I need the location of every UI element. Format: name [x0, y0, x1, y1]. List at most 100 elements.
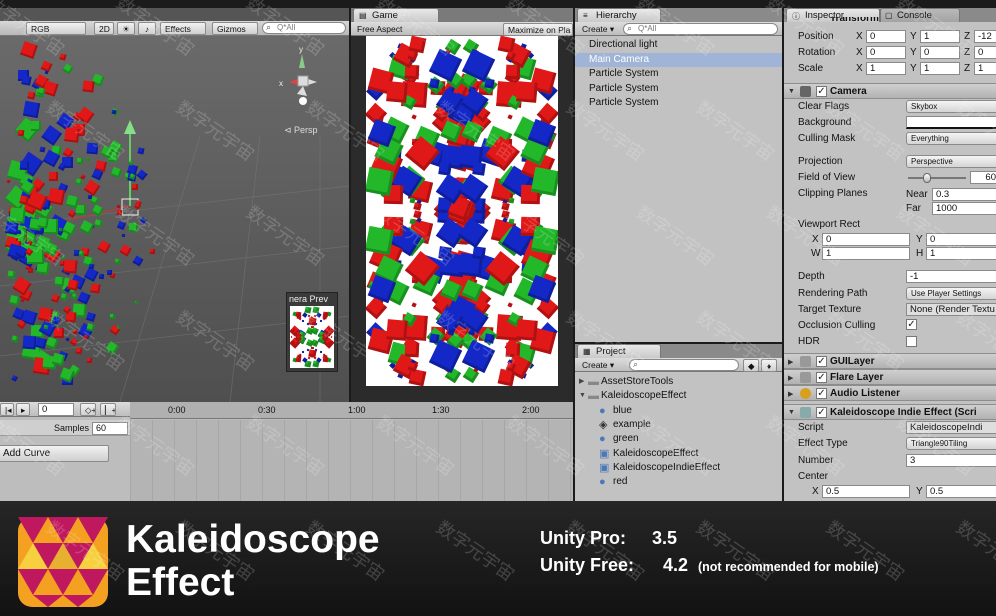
step-back-icon[interactable]: |◂	[0, 403, 14, 416]
collapse-arrow-icon[interactable]: ▼	[788, 409, 795, 416]
far-field[interactable]: 1000	[932, 202, 996, 215]
persp-label[interactable]: ⊲ Persp	[284, 124, 318, 137]
collapse-arrow-icon[interactable]: ▶	[788, 390, 793, 398]
current-time-field[interactable]: 0	[38, 403, 74, 416]
hdr-checkbox[interactable]	[906, 336, 917, 347]
tab-game[interactable]: ▤ Game	[353, 8, 439, 22]
collapse-arrow-icon[interactable]: ▼	[788, 88, 795, 95]
project-item[interactable]: red	[613, 475, 627, 489]
project-item[interactable]: AssetStoreTools	[601, 375, 673, 389]
scene-view[interactable]: RGB 2D ☀ ♪ Effects Gizmos Q*All y	[0, 8, 349, 402]
transform-z-field[interactable]: -12	[974, 30, 996, 43]
gizmos-dropdown[interactable]: Gizmos	[212, 22, 258, 35]
game-view[interactable]: ▤ Game Free Aspect Maximize on Pla	[351, 8, 573, 402]
transform-x-field[interactable]: 0	[866, 30, 906, 43]
project-create-button[interactable]: Create ▾	[578, 359, 618, 372]
fov-slider-thumb[interactable]	[923, 173, 932, 183]
sun-icon[interactable]: ☀	[117, 22, 135, 35]
effect-type-dropdown[interactable]: Triangle90Tiling	[906, 437, 996, 450]
near-field[interactable]: 0.3	[932, 188, 996, 201]
unity-scene-icon: ◈	[599, 418, 608, 431]
tree-arrow-icon[interactable]: ▼	[579, 389, 586, 403]
scene-orientation-gizmo[interactable]: y x	[275, 46, 335, 116]
transform-y-field[interactable]: 0	[920, 46, 960, 59]
hierarchy-item[interactable]: Particle System	[575, 67, 782, 81]
center-y-field[interactable]: 0.5	[926, 485, 996, 498]
transform-y-field[interactable]: 1	[920, 62, 960, 75]
component-header[interactable]: ▶ ✓ Audio Listener	[784, 385, 996, 401]
curve-area[interactable]	[130, 420, 573, 501]
center-x-field[interactable]: 0.5	[822, 485, 910, 498]
tab-project[interactable]: ▦ Project	[577, 344, 661, 358]
project-search-input[interactable]	[629, 359, 739, 371]
timeline-ruler[interactable]: 0:00 0:30 1:00 1:30 2:00	[130, 402, 573, 419]
hierarchy-create-button[interactable]: Create ▾	[578, 23, 618, 36]
effects-dropdown[interactable]: Effects	[160, 22, 206, 35]
hierarchy-item[interactable]: Directional light	[575, 38, 782, 52]
script-field[interactable]: KaleidoscopeIndi	[906, 421, 996, 434]
fov-slider[interactable]	[908, 173, 966, 183]
camera-component-header[interactable]: ▼ ✓ Camera	[784, 83, 996, 99]
mode-2d-button[interactable]: 2D	[94, 22, 114, 35]
clear-flags-dropdown[interactable]: Skybox	[906, 100, 996, 113]
hierarchy-item[interactable]: Particle System	[575, 96, 782, 110]
aspect-dropdown[interactable]: Free Aspect	[353, 23, 497, 36]
occlusion-culling-checkbox[interactable]: ✓	[906, 319, 917, 330]
tree-arrow-icon[interactable]: ▶	[579, 375, 584, 389]
culling-mask-dropdown[interactable]: Everything	[906, 132, 996, 145]
kaleidoscope-enabled-checkbox[interactable]: ✓	[816, 407, 827, 418]
samples-field[interactable]: 60	[92, 422, 128, 435]
kaleidoscope-component-header[interactable]: ▼ ✓ Kaleidoscope Indie Effect (Scri	[784, 404, 996, 420]
collapse-arrow-icon[interactable]: ▶	[788, 374, 793, 382]
component-enabled-checkbox[interactable]: ✓	[816, 372, 827, 383]
project-item[interactable]: KaleidoscopeEffect	[601, 389, 686, 403]
component-enabled-checkbox[interactable]: ✓	[816, 356, 827, 367]
project-item[interactable]: blue	[613, 404, 632, 418]
project-item[interactable]: KaleidoscopeEffect	[613, 447, 698, 461]
transform-x-field[interactable]: 1	[866, 62, 906, 75]
fov-field[interactable]: 60	[970, 171, 996, 184]
kaleido-shape	[301, 320, 305, 323]
hierarchy-item[interactable]: Particle System	[575, 82, 782, 96]
transform-x-field[interactable]: 0	[866, 46, 906, 59]
projection-dropdown[interactable]: Perspective	[906, 155, 996, 168]
transform-z-field[interactable]: 0	[974, 46, 996, 59]
filter-by-label-icon[interactable]: ♦	[761, 359, 777, 372]
component-header[interactable]: ▶ ✓ Flare Layer	[784, 369, 996, 385]
viewport-w-field[interactable]: 1	[822, 247, 910, 260]
filter-by-type-icon[interactable]: ◆	[743, 359, 759, 372]
tab-hierarchy[interactable]: ≡ Hierarchy	[577, 8, 661, 22]
play-icon[interactable]: ▸	[16, 403, 30, 416]
camera-enabled-checkbox[interactable]: ✓	[816, 86, 827, 97]
component-header[interactable]: ▶ ✓ GUILayer	[784, 353, 996, 369]
hierarchy-search-input[interactable]: Q*All	[623, 23, 778, 35]
transform-y-axis: Y	[910, 47, 917, 58]
transform-z-field[interactable]: 1	[974, 62, 996, 75]
project-item[interactable]: green	[613, 432, 639, 446]
scene-viewport[interactable]: y x ⊲ Persp nera Prev	[0, 36, 349, 402]
number-field[interactable]: 3	[906, 454, 996, 467]
scene-search-input[interactable]: Q*All	[262, 22, 346, 34]
rendering-path-dropdown[interactable]: Use Player Settings	[906, 287, 996, 300]
project-item[interactable]: example	[613, 418, 651, 432]
add-event-icon[interactable]: ▏+	[100, 403, 116, 416]
add-curve-button[interactable]: Add Curve	[0, 445, 109, 462]
viewport-h-field[interactable]: 1	[926, 247, 996, 260]
viewport-y-axis: Y	[916, 234, 923, 245]
collapse-arrow-icon[interactable]: ▶	[788, 358, 793, 366]
particle-cube	[136, 169, 148, 182]
transform-y-field[interactable]: 1	[920, 30, 960, 43]
maximize-on-play-button[interactable]: Maximize on Pla	[503, 23, 573, 36]
depth-field[interactable]: -1	[906, 270, 996, 283]
component-enabled-checkbox[interactable]: ✓	[816, 388, 827, 399]
add-keyframe-icon[interactable]: ◇+	[80, 403, 96, 416]
target-texture-field[interactable]: None (Render Textu	[906, 303, 996, 316]
speaker-icon[interactable]: ♪	[138, 22, 156, 35]
viewport-y-field[interactable]: 0	[926, 233, 996, 246]
project-item[interactable]: KaleidoscopeIndieEffect	[613, 461, 720, 475]
hierarchy-item[interactable]: Main Camera	[575, 52, 782, 67]
viewport-x-field[interactable]: 0	[822, 233, 910, 246]
background-color-field[interactable]	[906, 116, 996, 129]
transform-header[interactable]: Transform	[784, 17, 996, 27]
render-mode-dropdown[interactable]: RGB	[26, 22, 86, 35]
